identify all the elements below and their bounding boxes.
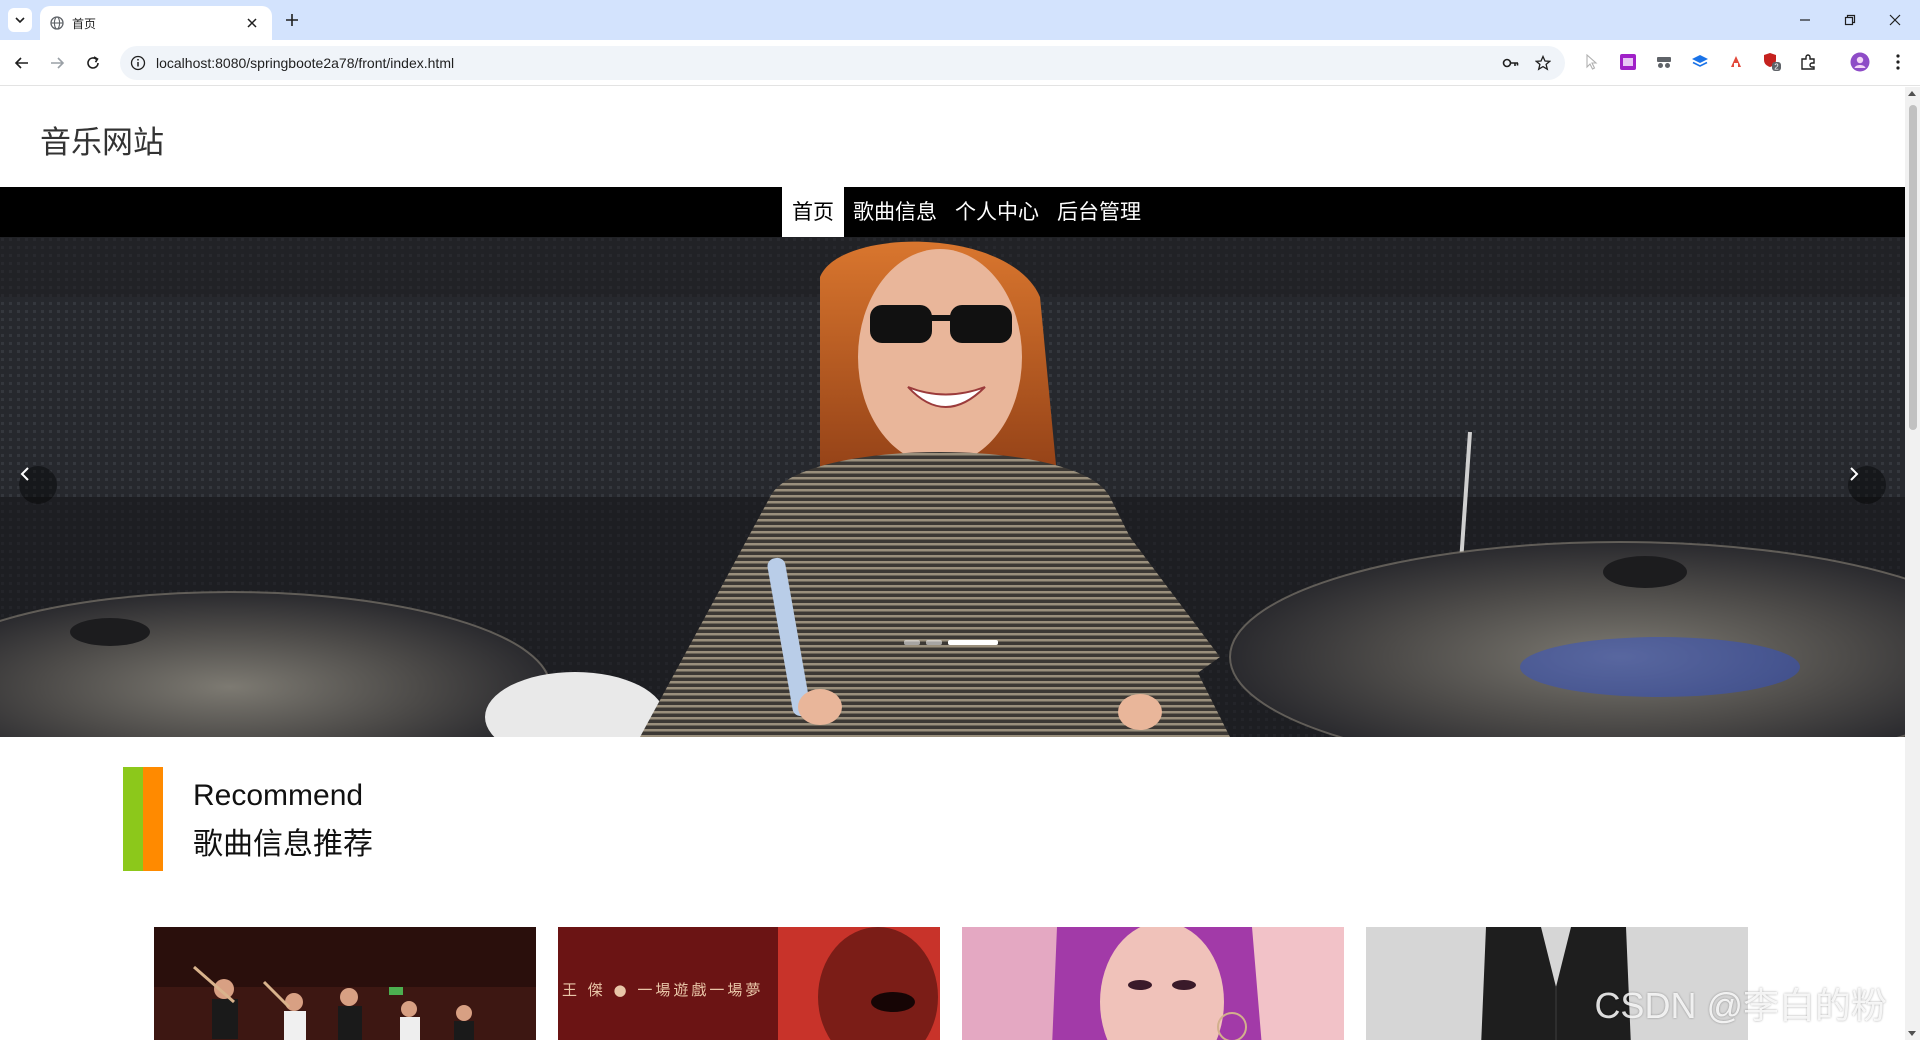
extension-incognito-button[interactable] (1654, 52, 1674, 72)
puzzle-icon (1801, 54, 1815, 70)
nav-item-admin[interactable]: 后台管理 (1048, 187, 1150, 237)
recommend-title-cn: 歌曲信息推荐 (193, 827, 373, 862)
restore-button[interactable] (1838, 8, 1862, 32)
minimize-icon (1800, 19, 1810, 21)
profile-button[interactable] (1850, 52, 1870, 72)
song-card[interactable] (154, 927, 536, 1040)
arrow-right-icon (51, 57, 65, 69)
carousel-next-button[interactable] (1848, 466, 1886, 504)
carousel-dot-1[interactable] (904, 640, 920, 645)
reload-icon (87, 56, 99, 69)
scroll-down-arrow[interactable] (1908, 1031, 1916, 1036)
recommend-accent-orange (143, 767, 163, 871)
song-cover-image (154, 927, 536, 1040)
extension-layers-button[interactable] (1690, 52, 1710, 72)
browser-menu-button[interactable] (1888, 52, 1908, 72)
browser-toolbar: localhost:8080/springboote2a78/front/ind… (0, 40, 1920, 86)
browser-tab-active[interactable]: 首页 (40, 6, 272, 40)
tab-close-button[interactable] (244, 15, 260, 31)
song-cover-text: 王 傑 ● 一場遊戲一場夢 (562, 981, 764, 999)
carousel-prev-button[interactable] (19, 466, 57, 504)
banner-image (0, 237, 1905, 737)
minimize-button[interactable] (1793, 8, 1817, 32)
scroll-up-arrow[interactable] (1908, 91, 1916, 96)
globe-icon (50, 16, 64, 30)
song-cover-image (962, 927, 1344, 1040)
nav-menu: 首页 歌曲信息 个人中心 后台管理 (782, 187, 1150, 237)
banner-carousel[interactable] (0, 237, 1905, 737)
extension-badge-count: 2 (1774, 63, 1779, 72)
carousel-dot-2[interactable] (926, 640, 942, 645)
chevron-down-icon (15, 17, 25, 24)
incognito-icon (1657, 57, 1671, 68)
tab-title: 首页 (72, 17, 97, 31)
layers-icon (1692, 55, 1708, 67)
extension-red-icon (1731, 56, 1741, 67)
extension-purple-icon (1620, 54, 1636, 70)
scroll-thumb[interactable] (1909, 105, 1917, 430)
forward-button[interactable] (45, 51, 69, 75)
nav-item-profile[interactable]: 个人中心 (946, 187, 1048, 237)
address-bar[interactable]: localhost:8080/springboote2a78/front/ind… (120, 46, 1565, 80)
extension-red-button[interactable] (1726, 52, 1746, 72)
extension-cursor-button[interactable] (1582, 52, 1602, 72)
recommend-title-en: Recommend (193, 779, 364, 812)
plus-icon (286, 14, 298, 26)
password-key-button[interactable] (1502, 54, 1520, 72)
extension-shield-button[interactable]: 2 (1762, 52, 1782, 72)
page-viewport: 音乐网站 首页 歌曲信息 个人中心 后台管理 Recommend 歌曲信息推荐 … (0, 87, 1905, 1040)
url-text[interactable]: localhost:8080/springboote2a78/front/ind… (156, 55, 454, 71)
window-close-button[interactable] (1883, 8, 1907, 32)
close-icon (247, 18, 257, 28)
close-icon (1889, 14, 1901, 26)
avatar (1850, 52, 1870, 72)
key-icon (1502, 58, 1519, 68)
chevron-right-icon (1850, 467, 1859, 481)
watermark-text: CSDN @李白的粉 (1594, 985, 1887, 1026)
extension-purple-button[interactable] (1618, 52, 1638, 72)
page-scrollbar[interactable] (1905, 87, 1920, 1040)
browser-tabstrip: 首页 (0, 0, 1920, 40)
song-card[interactable] (962, 927, 1344, 1040)
more-vertical-icon (1896, 54, 1900, 70)
recommend-accent-green (123, 767, 143, 871)
new-tab-button[interactable] (282, 10, 302, 30)
recommend-card-list: 王 傑 ● 一場遊戲一場夢 (154, 927, 1754, 1040)
nav-item-songs[interactable]: 歌曲信息 (844, 187, 946, 237)
chevron-left-icon (20, 467, 29, 481)
bookmark-button[interactable] (1534, 54, 1552, 72)
extensions-menu-button[interactable] (1798, 52, 1818, 72)
cursor-icon (1586, 54, 1598, 70)
info-icon[interactable] (130, 55, 146, 71)
back-button[interactable] (10, 51, 34, 75)
nav-item-home[interactable]: 首页 (782, 187, 844, 237)
star-icon (1535, 55, 1551, 71)
reload-button[interactable] (81, 51, 105, 75)
carousel-indicators (904, 640, 998, 645)
site-title: 音乐网站 (40, 125, 164, 161)
restore-icon (1844, 14, 1856, 26)
tab-search-button[interactable] (8, 8, 32, 32)
main-nav: 首页 歌曲信息 个人中心 后台管理 (0, 187, 1905, 237)
carousel-dot-3[interactable] (948, 640, 998, 645)
shield-icon: 2 (1764, 53, 1781, 72)
song-card[interactable]: 王 傑 ● 一場遊戲一場夢 (558, 927, 940, 1040)
arrow-left-icon (14, 57, 28, 69)
